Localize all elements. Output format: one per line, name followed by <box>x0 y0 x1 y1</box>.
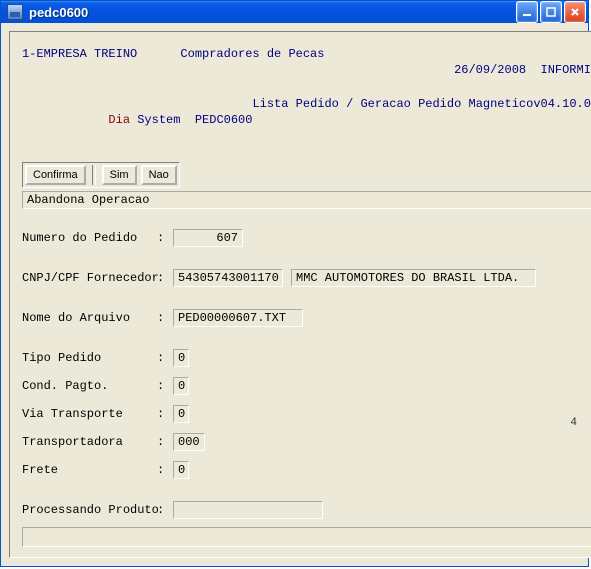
minimize-button[interactable] <box>516 1 538 23</box>
field-frete[interactable]: 0 <box>173 461 189 479</box>
row-processando: Processando Produto : <box>22 499 591 521</box>
row-numero: Numero do Pedido : 607 <box>22 227 591 249</box>
row-transp: Transportadora : 000 <box>22 431 591 453</box>
label-processando: Processando Produto <box>22 503 157 517</box>
field-cnpj[interactable]: 54305743001170 <box>173 269 283 287</box>
colon: : <box>157 463 173 477</box>
titlebar[interactable]: pedc0600 <box>1 1 588 23</box>
header-block: 1-EMPRESA TREINO Compradores de Pecas 26… <box>22 46 591 144</box>
header-module: Compradores de Pecas <box>180 46 324 94</box>
row-cond: Cond. Pagto. : 0 <box>22 375 591 397</box>
colon: : <box>157 311 173 325</box>
colon: : <box>157 379 173 393</box>
app-window: pedc0600 1-EMPRESA TREINO Compradores de… <box>0 0 589 567</box>
header-subtitle: Lista Pedido / Geracao Pedido Magnetico <box>252 96 533 144</box>
colon: : <box>157 351 173 365</box>
toolbar-separator <box>92 165 96 185</box>
confirm-button[interactable]: Confirma <box>25 165 86 185</box>
label-tipo: Tipo Pedido <box>22 351 157 365</box>
row-via: Via Transporte : 0 <box>22 403 591 425</box>
corner-mark: 4 <box>570 417 577 429</box>
colon: : <box>157 231 173 245</box>
label-via: Via Transporte <box>22 407 157 421</box>
window-buttons <box>516 1 586 23</box>
label-frete: Frete <box>22 463 157 477</box>
client-area: 1-EMPRESA TREINO Compradores de Pecas 26… <box>1 23 588 566</box>
header-row-2: Dia System PEDC0600 Lista Pedido / Gerac… <box>22 96 591 144</box>
sim-button[interactable]: Sim <box>102 165 137 185</box>
header-row-1: 1-EMPRESA TREINO Compradores de Pecas 26… <box>22 46 591 94</box>
field-via[interactable]: 0 <box>173 405 189 423</box>
colon: : <box>157 503 173 517</box>
maximize-button[interactable] <box>540 1 562 23</box>
field-arquivo[interactable]: PED00000607.TXT <box>173 309 303 327</box>
field-transp[interactable]: 000 <box>173 433 205 451</box>
label-arquivo: Nome do Arquivo <box>22 311 157 325</box>
field-processando <box>173 501 323 519</box>
label-cond: Cond. Pagto. <box>22 379 157 393</box>
form: Numero do Pedido : 607 CNPJ/CPF Forneced… <box>22 227 591 527</box>
label-transp: Transportadora <box>22 435 157 449</box>
header-version: v04.10.05 <box>533 96 591 144</box>
label-cnpj: CNPJ/CPF Fornecedor <box>22 271 157 285</box>
toolbar-group: Confirma Sim Nao <box>22 162 180 188</box>
status-text: Abandona Operacao <box>27 193 149 207</box>
colon: : <box>157 435 173 449</box>
bottom-status-bar <box>22 527 591 547</box>
field-tipo[interactable]: 0 <box>173 349 189 367</box>
toolbar: Confirma Sim Nao <box>22 162 591 188</box>
header-db: INFORMIX <box>541 63 591 77</box>
row-arquivo: Nome do Arquivo : PED00000607.TXT <box>22 307 591 329</box>
colon: : <box>157 407 173 421</box>
main-panel: 1-EMPRESA TREINO Compradores de Pecas 26… <box>9 31 591 558</box>
row-cnpj: CNPJ/CPF Fornecedor : 54305743001170 MMC… <box>22 267 591 289</box>
app-icon <box>7 4 23 20</box>
field-fornecedor-nome: MMC AUTOMOTORES DO BRASIL LTDA. <box>291 269 536 287</box>
header-system-prefix: Dia <box>108 113 130 127</box>
nao-button[interactable]: Nao <box>141 165 177 185</box>
row-tipo: Tipo Pedido : 0 <box>22 347 591 369</box>
colon: : <box>157 271 173 285</box>
window-title: pedc0600 <box>29 5 516 20</box>
row-frete: Frete : 0 <box>22 459 591 481</box>
field-numero[interactable]: 607 <box>173 229 243 247</box>
label-numero: Numero do Pedido <box>22 231 157 245</box>
header-company: 1-EMPRESA TREINO <box>22 46 137 94</box>
header-date: 26/09/2008 <box>454 63 526 77</box>
status-strip: Abandona Operacao <box>22 191 591 209</box>
header-system: System PEDC0600 <box>130 113 252 127</box>
close-button[interactable] <box>564 1 586 23</box>
field-cond[interactable]: 0 <box>173 377 189 395</box>
